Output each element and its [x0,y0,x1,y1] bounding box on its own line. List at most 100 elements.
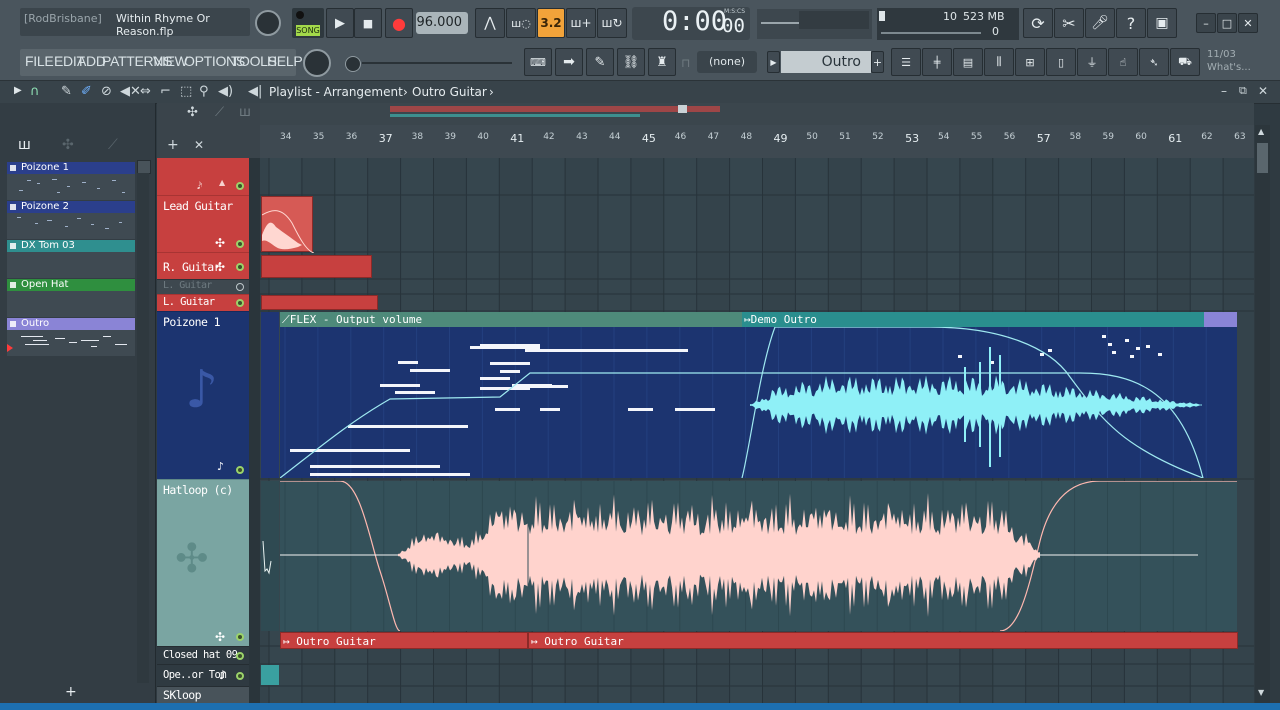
scroll-thumb[interactable] [1257,143,1268,173]
track-10-header[interactable]: SKloop [157,686,249,703]
shop-button[interactable]: ⛟ [1170,48,1200,76]
speaker-icon[interactable]: ◀| [248,84,262,99]
time-display[interactable]: 0:00 00 M:S:CS [632,6,750,40]
magnet-icon[interactable]: ∩ [30,84,40,99]
scroll-down-icon[interactable]: ▼ [1258,688,1264,697]
clip-hatloop-start[interactable] [261,481,279,631]
track-4-header[interactable]: L. Guitar [157,279,249,294]
track-3-led[interactable] [236,263,244,271]
pencil-tool-icon[interactable]: ✎ [61,84,72,99]
clip-flex-header[interactable]: ⟋FLEX - Output volume [280,312,742,327]
playlist-pattern-icon[interactable]: ш [239,105,251,120]
position-slider-handle[interactable] [345,56,361,72]
track-2-led[interactable] [236,240,244,248]
track-1-led[interactable] [236,182,244,190]
picker-item-open-hat[interactable]: Open Hat [7,279,135,317]
track-7-header[interactable]: Hatloop (c) ✣ ✣ [157,479,249,646]
picker-patterns-icon[interactable]: ш [18,137,31,153]
playlist-options-arrow[interactable]: ▶ [14,85,22,96]
picker-audio-icon[interactable]: ✣ [62,137,74,153]
picker-item-outro[interactable]: Outro [7,318,135,356]
video-button[interactable]: ➴ [1139,48,1169,76]
position-slider-track[interactable] [362,62,512,64]
pattern-selector[interactable]: (none) [697,51,757,73]
track-7-led[interactable] [236,633,244,641]
pattern-prev-button[interactable]: ▶ [767,51,780,73]
news-panel[interactable]: 11/03 What's... [1204,48,1260,76]
link-button[interactable]: ⛓ [617,48,645,76]
clip-poizone-start[interactable] [261,312,279,478]
master-volume-knob[interactable] [255,10,281,36]
draw-button[interactable]: ✎ [586,48,614,76]
clip-outro-pattern[interactable] [1204,312,1237,327]
audio-input-button[interactable]: 🎤︎ [1085,8,1115,38]
picker-automation-icon[interactable]: ⟋ [108,137,118,153]
mixer-button[interactable]: ⫼ [984,48,1014,76]
arrangement-name[interactable]: Outro Guitar [412,85,487,99]
track-3-header[interactable]: R. Guitar ✣ [157,252,249,279]
clip-outro-guitar-2[interactable]: ↦ Outro Guitar [528,632,1238,649]
add-pattern-button[interactable]: + [871,51,884,73]
clip-lead-guitar[interactable] [261,196,315,254]
paint-tool-icon[interactable]: ✐ [81,84,92,99]
close-button[interactable]: ✕ [1238,13,1258,33]
stamp-button[interactable]: ♜ [648,48,676,76]
slice-tool-icon[interactable]: ⌐ [160,84,171,99]
menu-help[interactable]: HELP [267,53,303,73]
help-button[interactable]: ? [1116,8,1146,38]
mute-tool-icon[interactable]: ◀✕ [120,84,141,99]
play-button[interactable]: ▶ [326,8,354,38]
tools-button[interactable]: ✂ [1054,8,1084,38]
playlist-maximize-icon[interactable]: ⧉ [1239,84,1247,98]
metronome-button[interactable]: ⋀ [475,8,505,38]
arrangement-overview[interactable] [260,103,1254,125]
playlist-automation-icon[interactable]: ⟋ [215,105,224,120]
channel-rack-button[interactable]: ▤ [953,48,983,76]
loop-record-button[interactable]: ш↻ [597,8,627,38]
track-1-header[interactable]: 𝆔 ▲ [157,158,249,195]
playlist-close-icon[interactable]: ✕ [1258,84,1268,98]
playlist-minimize-icon[interactable]: – [1221,84,1227,98]
plugin-picker-button[interactable]: ⊞ [1015,48,1045,76]
track-8-led[interactable] [236,652,244,660]
arrangement-menu-arrow[interactable]: › [489,85,494,99]
clip-tom[interactable] [261,665,279,685]
track-6-led[interactable] [236,466,244,474]
piano-roll-button[interactable]: ╪ [922,48,952,76]
touch-controller-button[interactable]: ☝ [1108,48,1138,76]
remove-track-icon[interactable]: ✕ [194,138,204,152]
picker-scroll-button[interactable] [137,160,151,174]
overview-handle[interactable] [1046,107,1054,121]
pattern-name-display[interactable]: Outro [781,51,871,73]
master-pitch-knob[interactable] [303,49,331,77]
snap-piano-button[interactable]: ⌨ [524,48,552,76]
clip-outro-guitar-1[interactable]: ↦ Outro Guitar [280,632,528,649]
wait-input-button[interactable]: ш◌ [506,8,536,38]
plugin-database-button[interactable]: ⏚ [1077,48,1107,76]
picker-item-poizone-1[interactable]: Poizone 1 [7,162,135,200]
track-8-header[interactable]: Closed hat 09 [157,646,249,664]
tempo-display[interactable]: 96.000 [416,12,468,34]
browser-button[interactable]: ▯ [1046,48,1076,76]
track-4-led[interactable] [236,283,244,291]
playback-tool-icon[interactable]: ◀) [218,84,233,99]
track-6-header[interactable]: Poizone 1 ♪ ♪ [157,311,249,479]
track-9-led[interactable] [236,672,244,680]
select-tool-icon[interactable]: ⬚ [180,84,192,99]
save-button[interactable]: ▣ [1147,8,1177,38]
maximize-button[interactable]: □ [1217,13,1237,33]
stop-button[interactable]: ■ [354,8,382,38]
clip-demo-outro-header[interactable]: ↦Demo Outro [742,312,1204,327]
track-5-header[interactable]: L. Guitar [157,294,249,311]
blend-notes-button[interactable]: ш+ [566,8,596,38]
minimize-button[interactable]: – [1196,13,1216,33]
add-pattern-plus-icon[interactable]: + [65,684,77,700]
clip-r-guitar[interactable] [261,255,372,278]
vertical-scrollbar[interactable]: ▲ ▼ [1255,125,1270,703]
slip-tool-icon[interactable]: ⇔ [140,84,151,99]
countdown-button[interactable]: 3.2 [537,8,565,38]
playlist-audio-icon[interactable]: ✣ [187,105,198,120]
zoom-tool-icon[interactable]: ⚲ [199,84,209,99]
pattern-song-toggle[interactable]: SONG [292,8,324,38]
collapse-icon[interactable]: ▲ [219,178,225,187]
